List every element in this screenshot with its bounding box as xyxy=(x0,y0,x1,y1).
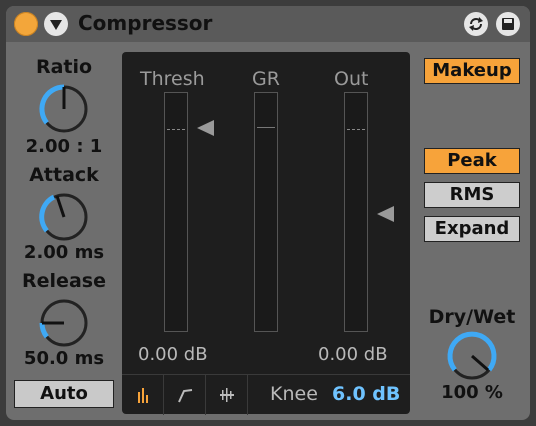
device-title: Compressor xyxy=(78,11,213,35)
makeup-button[interactable]: Makeup xyxy=(424,58,520,84)
peak-mode-button[interactable]: Peak xyxy=(424,148,520,174)
attack-knob[interactable] xyxy=(32,190,96,244)
output-value[interactable]: 0.00 dB xyxy=(318,344,388,365)
transfer-curve-button[interactable] xyxy=(164,375,206,415)
release-value: 50.0 ms xyxy=(23,348,105,369)
activity-view-button[interactable] xyxy=(206,375,248,415)
threshold-meter[interactable] xyxy=(164,92,188,332)
bar-meter-icon xyxy=(138,388,148,403)
knee-curve-icon xyxy=(178,389,193,403)
display-mode-bar: Knee 6.0 dB xyxy=(122,374,410,415)
thresh-meter-label: Thresh xyxy=(140,68,205,90)
knee-label: Knee xyxy=(270,383,318,405)
gain-reduction-meter xyxy=(254,92,278,332)
collect-view-button[interactable] xyxy=(122,375,164,415)
ratio-value: 2.00 : 1 xyxy=(25,136,103,157)
auto-release-button[interactable]: Auto xyxy=(14,380,114,408)
attack-value: 2.00 ms xyxy=(23,242,105,263)
attack-label: Attack xyxy=(29,164,99,186)
threshold-value[interactable]: 0.00 dB xyxy=(138,344,208,365)
device-title-bar: Compressor xyxy=(6,6,530,42)
dry-wet-value: 100 % xyxy=(441,382,503,403)
out-meter-label: Out xyxy=(334,68,369,90)
ratio-knob[interactable] xyxy=(32,82,96,136)
release-knob[interactable] xyxy=(32,296,96,350)
release-label: Release xyxy=(22,270,106,292)
device-power-button[interactable] xyxy=(14,12,38,36)
refresh-icon xyxy=(469,17,483,31)
triangle-down-icon xyxy=(50,20,62,30)
fold-toggle-button[interactable] xyxy=(44,12,68,36)
save-icon xyxy=(502,18,514,30)
threshold-slider-handle[interactable] xyxy=(194,118,216,138)
meter-display-panel: Thresh GR Out 0.00 dB 0.00 dB Knee 6.0 d… xyxy=(122,52,410,415)
rms-mode-button[interactable]: RMS xyxy=(424,182,520,208)
gr-meter-label: GR xyxy=(252,68,280,90)
save-preset-button[interactable] xyxy=(496,12,520,36)
knee-value[interactable]: 6.0 dB xyxy=(332,383,400,405)
ratio-label: Ratio xyxy=(35,56,93,78)
dry-wet-knob[interactable] xyxy=(440,328,504,384)
output-meter[interactable] xyxy=(344,92,368,332)
compressor-device: Compressor Ratio 2.00 : 1 Attack 2.00 ms… xyxy=(6,6,530,420)
output-gain-slider-handle[interactable] xyxy=(374,204,396,224)
expand-mode-button[interactable]: Expand xyxy=(424,216,520,242)
hot-swap-button[interactable] xyxy=(464,12,488,36)
waveform-icon xyxy=(220,388,234,402)
dry-wet-label: Dry/Wet xyxy=(428,306,516,328)
